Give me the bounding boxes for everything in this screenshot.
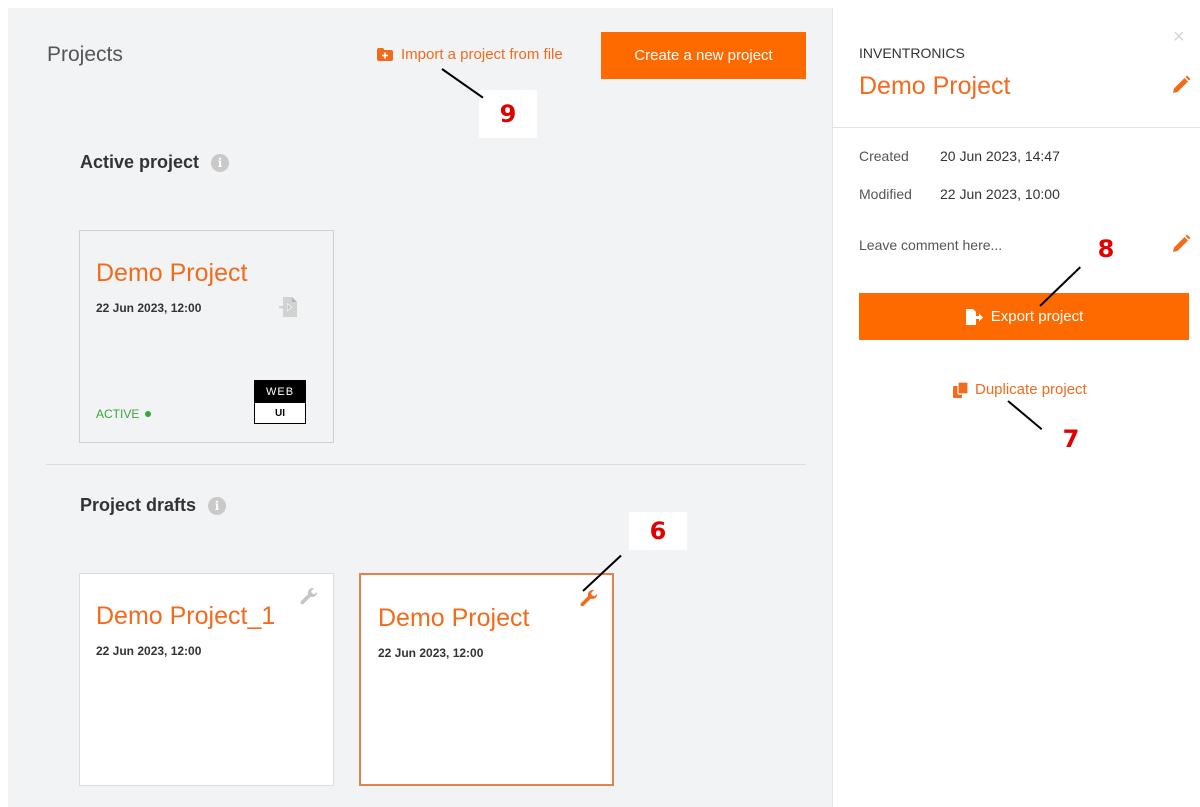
active-project-card[interactable]: Demo Project 22 Jun 2023, 12:00 ACTIVE W… — [79, 230, 334, 443]
comment-field[interactable]: Leave comment here... — [859, 237, 1002, 253]
wrench-icon[interactable] — [578, 588, 600, 610]
edit-pencil-icon[interactable] — [1171, 75, 1191, 95]
duplicate-icon — [953, 381, 969, 398]
badge-top-label: WEB — [255, 381, 305, 403]
create-project-button[interactable]: Create a new project — [601, 32, 806, 79]
web-ui-badge: WEB UI — [254, 380, 306, 424]
export-project-button[interactable]: Export project — [859, 293, 1189, 340]
section-divider — [46, 464, 806, 465]
callout-8: 8 — [1083, 228, 1129, 270]
project-card-title: Demo Project — [96, 259, 248, 287]
created-label: Created — [859, 148, 909, 164]
active-project-heading: Active project i — [80, 152, 230, 173]
export-project-label: Export project — [990, 308, 1084, 325]
draft-card[interactable]: Demo Project_1 22 Jun 2023, 12:00 — [79, 573, 334, 786]
enter-project-icon[interactable] — [278, 296, 298, 318]
draft-card-date: 22 Jun 2023, 12:00 — [96, 644, 202, 658]
modified-value: 22 Jun 2023, 10:00 — [940, 186, 1060, 202]
panel-project-title: Demo Project — [859, 72, 1011, 100]
folder-plus-icon — [377, 48, 393, 61]
import-project-label: Import a project from file — [401, 46, 563, 63]
page-title: Projects — [47, 43, 123, 66]
active-status: ACTIVE — [96, 407, 152, 421]
info-icon[interactable]: i — [208, 496, 227, 515]
project-drafts-heading: Project drafts i — [80, 495, 227, 516]
close-icon[interactable]: × — [1173, 26, 1185, 49]
draft-card-selected[interactable]: Demo Project 22 Jun 2023, 12:00 — [359, 573, 614, 786]
duplicate-project-label: Duplicate project — [975, 381, 1087, 398]
project-drafts-title: Project drafts — [80, 495, 197, 515]
created-value: 20 Jun 2023, 14:47 — [940, 148, 1060, 164]
info-icon[interactable]: i — [211, 153, 230, 172]
duplicate-project-link[interactable]: Duplicate project — [953, 381, 1087, 398]
wrench-icon[interactable] — [298, 586, 320, 608]
edit-comment-pencil-icon[interactable] — [1171, 234, 1191, 254]
company-name: INVENTRONICS — [859, 45, 965, 61]
panel-divider — [833, 127, 1200, 128]
callout-9: 9 — [479, 90, 537, 138]
active-status-dot — [145, 411, 152, 417]
active-project-title: Active project — [80, 152, 200, 172]
active-status-label: ACTIVE — [96, 407, 140, 421]
draft-card-title: Demo Project — [378, 604, 530, 632]
modified-label: Modified — [859, 186, 912, 202]
export-file-icon — [965, 308, 983, 325]
badge-bottom-label: UI — [275, 407, 285, 419]
draft-card-title: Demo Project_1 — [96, 602, 276, 630]
draft-card-date: 22 Jun 2023, 12:00 — [378, 646, 484, 660]
callout-7: 7 — [1048, 418, 1094, 460]
callout-6: 6 — [629, 512, 687, 550]
projects-main: Projects Import a project from file Crea… — [8, 8, 832, 807]
import-project-link[interactable]: Import a project from file — [377, 46, 563, 63]
project-card-date: 22 Jun 2023, 12:00 — [96, 301, 202, 315]
